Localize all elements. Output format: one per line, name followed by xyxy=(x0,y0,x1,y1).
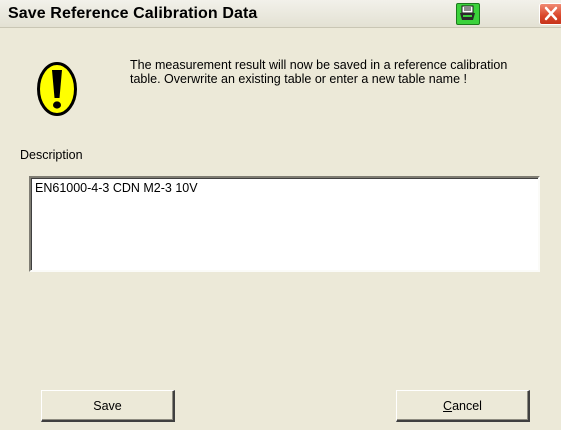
description-label: Description xyxy=(20,148,83,162)
printer-icon xyxy=(460,5,475,20)
title-bar[interactable]: Save Reference Calibration Data xyxy=(0,0,561,28)
exclamation-warning-icon xyxy=(36,60,78,118)
dialog-title: Save Reference Calibration Data xyxy=(8,5,258,22)
close-button[interactable] xyxy=(539,3,561,25)
print-button[interactable] xyxy=(456,3,480,25)
save-button[interactable]: Save xyxy=(41,390,175,422)
cancel-button[interactable]: Cancel xyxy=(396,390,530,422)
info-message: The measurement result will now be saved… xyxy=(130,58,508,86)
save-reference-dialog: Save Reference Calibration Data The meas… xyxy=(0,0,561,430)
description-field[interactable]: EN61000-4-3 CDN M2-3 10V xyxy=(29,176,540,272)
close-icon xyxy=(544,6,558,21)
